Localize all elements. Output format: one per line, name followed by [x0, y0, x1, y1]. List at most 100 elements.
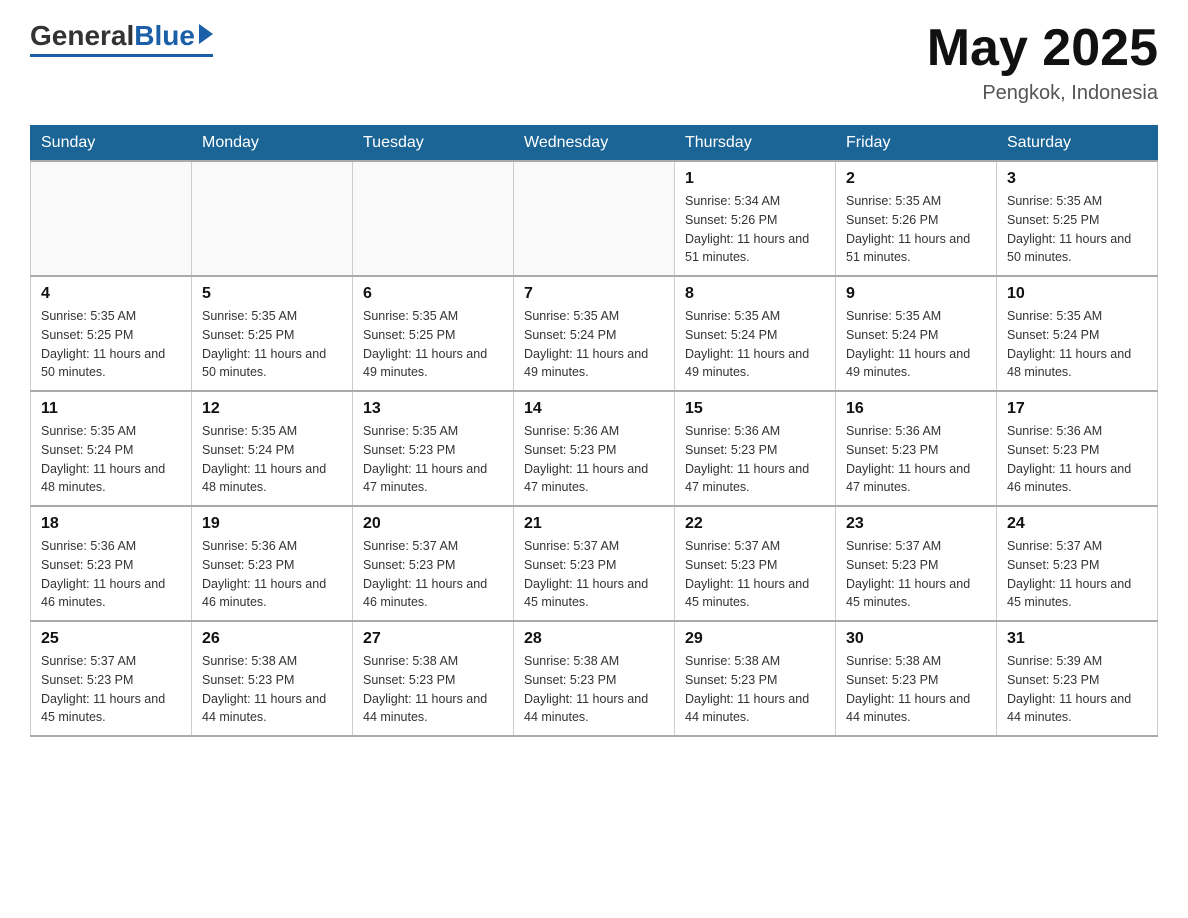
day-info: Sunrise: 5:38 AMSunset: 5:23 PMDaylight:…	[846, 652, 986, 727]
location-subtitle: Pengkok, Indonesia	[927, 82, 1158, 105]
calendar-week-row: 18 Sunrise: 5:36 AMSunset: 5:23 PMDayligh…	[31, 506, 1158, 621]
day-info: Sunrise: 5:36 AMSunset: 5:23 PMDaylight:…	[846, 422, 986, 497]
calendar-cell: 2 Sunrise: 5:35 AMSunset: 5:26 PMDaylight…	[836, 161, 997, 276]
calendar-cell: 9Sunrise: 5:35 AMSunset: 5:24 PMDaylight…	[836, 276, 997, 391]
day-info: Sunrise: 5:37 AMSunset: 5:23 PMDaylight:…	[685, 537, 825, 612]
day-info: Sunrise: 5:36 AMSunset: 5:23 PMDaylight:…	[202, 537, 342, 612]
day-of-week-header: Tuesday	[353, 126, 514, 162]
day-number: 16	[846, 400, 986, 418]
calendar-cell: 8 Sunrise: 5:35 AMSunset: 5:24 PMDaylight…	[675, 276, 836, 391]
day-number: 15	[685, 400, 825, 418]
day-of-week-header: Sunday	[31, 126, 192, 162]
calendar-week-row: 11 Sunrise: 5:35 AMSunset: 5:24 PMDayligh…	[31, 391, 1158, 506]
calendar-cell: 31 Sunrise: 5:39 AMSunset: 5:23 PMDayligh…	[997, 621, 1158, 736]
day-info: Sunrise: 5:37 AMSunset: 5:23 PMDaylight:…	[1007, 537, 1147, 612]
logo-blue-text: Blue	[134, 20, 195, 52]
day-of-week-header: Wednesday	[514, 126, 675, 162]
day-info: Sunrise: 5:35 AMSunset: 5:25 PMDaylight:…	[363, 307, 503, 382]
title-section: May 2025 Pengkok, Indonesia	[927, 20, 1158, 105]
calendar-cell: 24 Sunrise: 5:37 AMSunset: 5:23 PMDayligh…	[997, 506, 1158, 621]
calendar-header-row: SundayMondayTuesdayWednesdayThursdayFrid…	[31, 126, 1158, 162]
day-info: Sunrise: 5:38 AMSunset: 5:23 PMDaylight:…	[363, 652, 503, 727]
logo-underline	[30, 54, 213, 57]
day-number: 24	[1007, 515, 1147, 533]
day-number: 29	[685, 630, 825, 648]
calendar-cell: 16 Sunrise: 5:36 AMSunset: 5:23 PMDayligh…	[836, 391, 997, 506]
day-info: Sunrise: 5:35 AMSunset: 5:24 PMDaylight:…	[685, 307, 825, 382]
calendar-cell: 10Sunrise: 5:35 AMSunset: 5:24 PMDayligh…	[997, 276, 1158, 391]
logo-general-text: General	[30, 20, 134, 52]
day-info: Sunrise: 5:35 AMSunset: 5:26 PMDaylight:…	[846, 192, 986, 267]
day-info: Sunrise: 5:35 AMSunset: 5:25 PMDaylight:…	[202, 307, 342, 382]
day-number: 1	[685, 170, 825, 188]
calendar-cell: 4 Sunrise: 5:35 AMSunset: 5:25 PMDaylight…	[31, 276, 192, 391]
calendar-cell: 27Sunrise: 5:38 AMSunset: 5:23 PMDayligh…	[353, 621, 514, 736]
day-info: Sunrise: 5:35 AMSunset: 5:23 PMDaylight:…	[363, 422, 503, 497]
day-number: 18	[41, 515, 181, 533]
calendar-cell: 30 Sunrise: 5:38 AMSunset: 5:23 PMDayligh…	[836, 621, 997, 736]
day-number: 2	[846, 170, 986, 188]
logo-triangle-icon	[199, 24, 213, 44]
calendar-cell: 6 Sunrise: 5:35 AMSunset: 5:25 PMDaylight…	[353, 276, 514, 391]
day-number: 3	[1007, 170, 1147, 188]
calendar-week-row: 4 Sunrise: 5:35 AMSunset: 5:25 PMDaylight…	[31, 276, 1158, 391]
day-number: 11	[41, 400, 181, 418]
day-of-week-header: Thursday	[675, 126, 836, 162]
day-info: Sunrise: 5:35 AMSunset: 5:25 PMDaylight:…	[1007, 192, 1147, 267]
day-number: 4	[41, 285, 181, 303]
day-of-week-header: Monday	[192, 126, 353, 162]
day-info: Sunrise: 5:36 AMSunset: 5:23 PMDaylight:…	[685, 422, 825, 497]
calendar-cell: 1 Sunrise: 5:34 AMSunset: 5:26 PMDaylight…	[675, 161, 836, 276]
day-number: 25	[41, 630, 181, 648]
calendar-cell	[31, 161, 192, 276]
day-number: 7	[524, 285, 664, 303]
day-info: Sunrise: 5:35 AMSunset: 5:24 PMDaylight:…	[846, 307, 986, 382]
calendar-cell: 29 Sunrise: 5:38 AMSunset: 5:23 PMDayligh…	[675, 621, 836, 736]
day-info: Sunrise: 5:35 AMSunset: 5:24 PMDaylight:…	[41, 422, 181, 497]
day-number: 23	[846, 515, 986, 533]
day-number: 6	[363, 285, 503, 303]
day-info: Sunrise: 5:35 AMSunset: 5:25 PMDaylight:…	[41, 307, 181, 382]
day-number: 14	[524, 400, 664, 418]
day-info: Sunrise: 5:39 AMSunset: 5:23 PMDaylight:…	[1007, 652, 1147, 727]
day-number: 22	[685, 515, 825, 533]
day-info: Sunrise: 5:37 AMSunset: 5:23 PMDaylight:…	[363, 537, 503, 612]
day-number: 26	[202, 630, 342, 648]
day-info: Sunrise: 5:35 AMSunset: 5:24 PMDaylight:…	[1007, 307, 1147, 382]
calendar-cell	[514, 161, 675, 276]
calendar-cell: 28 Sunrise: 5:38 AMSunset: 5:23 PMDayligh…	[514, 621, 675, 736]
calendar-week-row: 25 Sunrise: 5:37 AMSunset: 5:23 PMDayligh…	[31, 621, 1158, 736]
calendar-cell: 14 Sunrise: 5:36 AMSunset: 5:23 PMDayligh…	[514, 391, 675, 506]
calendar-cell: 17Sunrise: 5:36 AMSunset: 5:23 PMDayligh…	[997, 391, 1158, 506]
calendar-cell: 7 Sunrise: 5:35 AMSunset: 5:24 PMDaylight…	[514, 276, 675, 391]
day-number: 19	[202, 515, 342, 533]
day-number: 8	[685, 285, 825, 303]
calendar-cell: 26 Sunrise: 5:38 AMSunset: 5:23 PMDayligh…	[192, 621, 353, 736]
day-number: 12	[202, 400, 342, 418]
calendar-cell: 5Sunrise: 5:35 AMSunset: 5:25 PMDaylight…	[192, 276, 353, 391]
day-info: Sunrise: 5:36 AMSunset: 5:23 PMDaylight:…	[524, 422, 664, 497]
day-number: 30	[846, 630, 986, 648]
day-number: 20	[363, 515, 503, 533]
calendar-cell	[353, 161, 514, 276]
day-info: Sunrise: 5:38 AMSunset: 5:23 PMDaylight:…	[202, 652, 342, 727]
day-info: Sunrise: 5:34 AMSunset: 5:26 PMDaylight:…	[685, 192, 825, 267]
day-info: Sunrise: 5:38 AMSunset: 5:23 PMDaylight:…	[524, 652, 664, 727]
calendar-cell	[192, 161, 353, 276]
day-info: Sunrise: 5:36 AMSunset: 5:23 PMDaylight:…	[1007, 422, 1147, 497]
calendar-cell: 20 Sunrise: 5:37 AMSunset: 5:23 PMDayligh…	[353, 506, 514, 621]
day-info: Sunrise: 5:38 AMSunset: 5:23 PMDaylight:…	[685, 652, 825, 727]
day-info: Sunrise: 5:37 AMSunset: 5:23 PMDaylight:…	[41, 652, 181, 727]
day-number: 28	[524, 630, 664, 648]
calendar-cell: 12 Sunrise: 5:35 AMSunset: 5:24 PMDayligh…	[192, 391, 353, 506]
day-of-week-header: Friday	[836, 126, 997, 162]
day-number: 31	[1007, 630, 1147, 648]
day-info: Sunrise: 5:37 AMSunset: 5:23 PMDaylight:…	[524, 537, 664, 612]
day-info: Sunrise: 5:35 AMSunset: 5:24 PMDaylight:…	[524, 307, 664, 382]
calendar-cell: 25 Sunrise: 5:37 AMSunset: 5:23 PMDayligh…	[31, 621, 192, 736]
day-info: Sunrise: 5:35 AMSunset: 5:24 PMDaylight:…	[202, 422, 342, 497]
calendar-cell: 13Sunrise: 5:35 AMSunset: 5:23 PMDayligh…	[353, 391, 514, 506]
calendar-table: SundayMondayTuesdayWednesdayThursdayFrid…	[30, 125, 1158, 737]
calendar-cell: 3 Sunrise: 5:35 AMSunset: 5:25 PMDaylight…	[997, 161, 1158, 276]
calendar-week-row: 1 Sunrise: 5:34 AMSunset: 5:26 PMDaylight…	[31, 161, 1158, 276]
